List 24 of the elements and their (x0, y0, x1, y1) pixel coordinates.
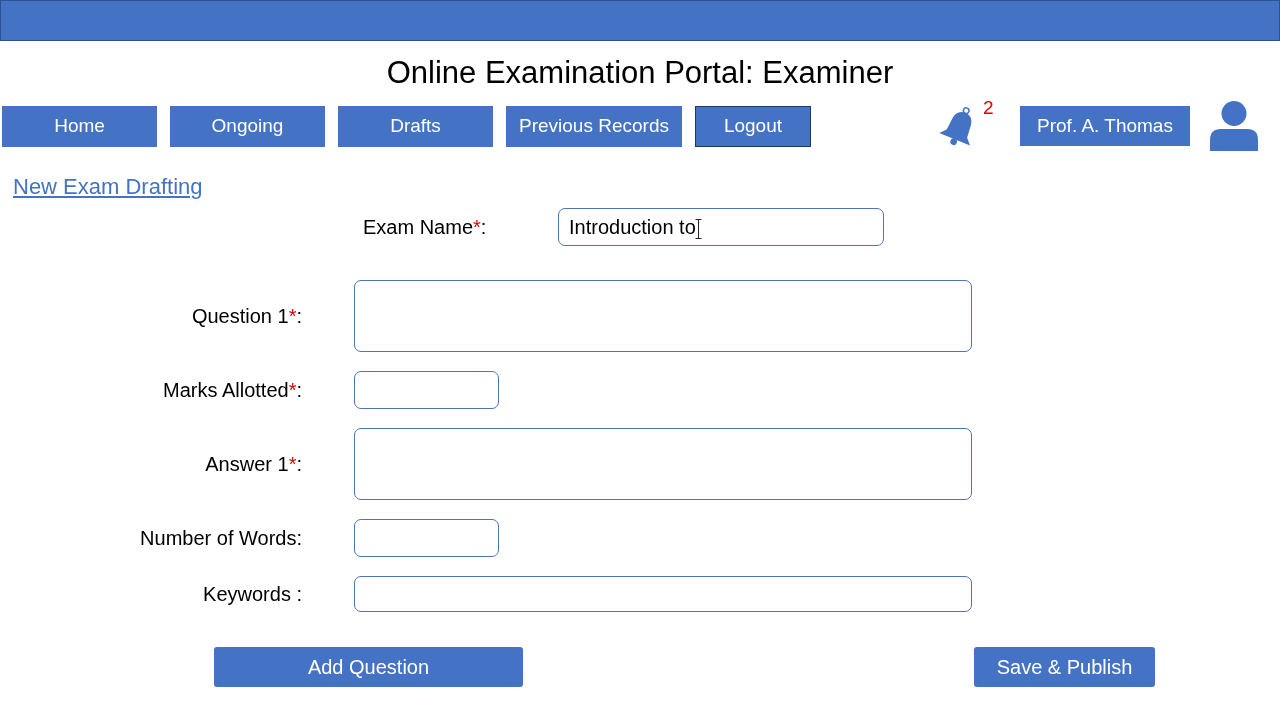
nav-tab[interactable]: Previous Records (506, 105, 682, 147)
field-label: Question 1*: (191, 304, 302, 328)
action-button[interactable]: Add Question (214, 647, 523, 687)
field-label: Answer 1*: (205, 452, 302, 476)
input-field[interactable] (354, 519, 499, 557)
input-field[interactable] (354, 576, 972, 612)
field-label: Marks Allotted*: (163, 378, 302, 402)
action-button[interactable]: Save & Publish (974, 647, 1155, 687)
user-icon[interactable] (1210, 101, 1258, 151)
nav-tab[interactable]: Home (2, 105, 157, 147)
page-heading-link[interactable]: New Exam Drafting (13, 174, 203, 200)
text-area-field[interactable] (354, 428, 972, 500)
nav-tab[interactable]: Logout (694, 105, 811, 147)
nav-tab[interactable]: Drafts (338, 105, 493, 147)
notification-count: 2 (983, 97, 994, 119)
page-title: Online Examination Portal: Examiner (386, 54, 894, 92)
field-label: Number of Words: (140, 526, 302, 550)
nav-tab[interactable]: Ongoing (170, 105, 325, 147)
input-field[interactable] (354, 371, 499, 409)
user-name-button[interactable]: Prof. A. Thomas (1020, 106, 1190, 146)
field-label: Keywords : (203, 582, 302, 606)
field-label: Exam Name*: (363, 215, 487, 239)
exam-name-field[interactable]: Introduction to (558, 208, 884, 246)
text-area-field[interactable] (354, 280, 972, 352)
